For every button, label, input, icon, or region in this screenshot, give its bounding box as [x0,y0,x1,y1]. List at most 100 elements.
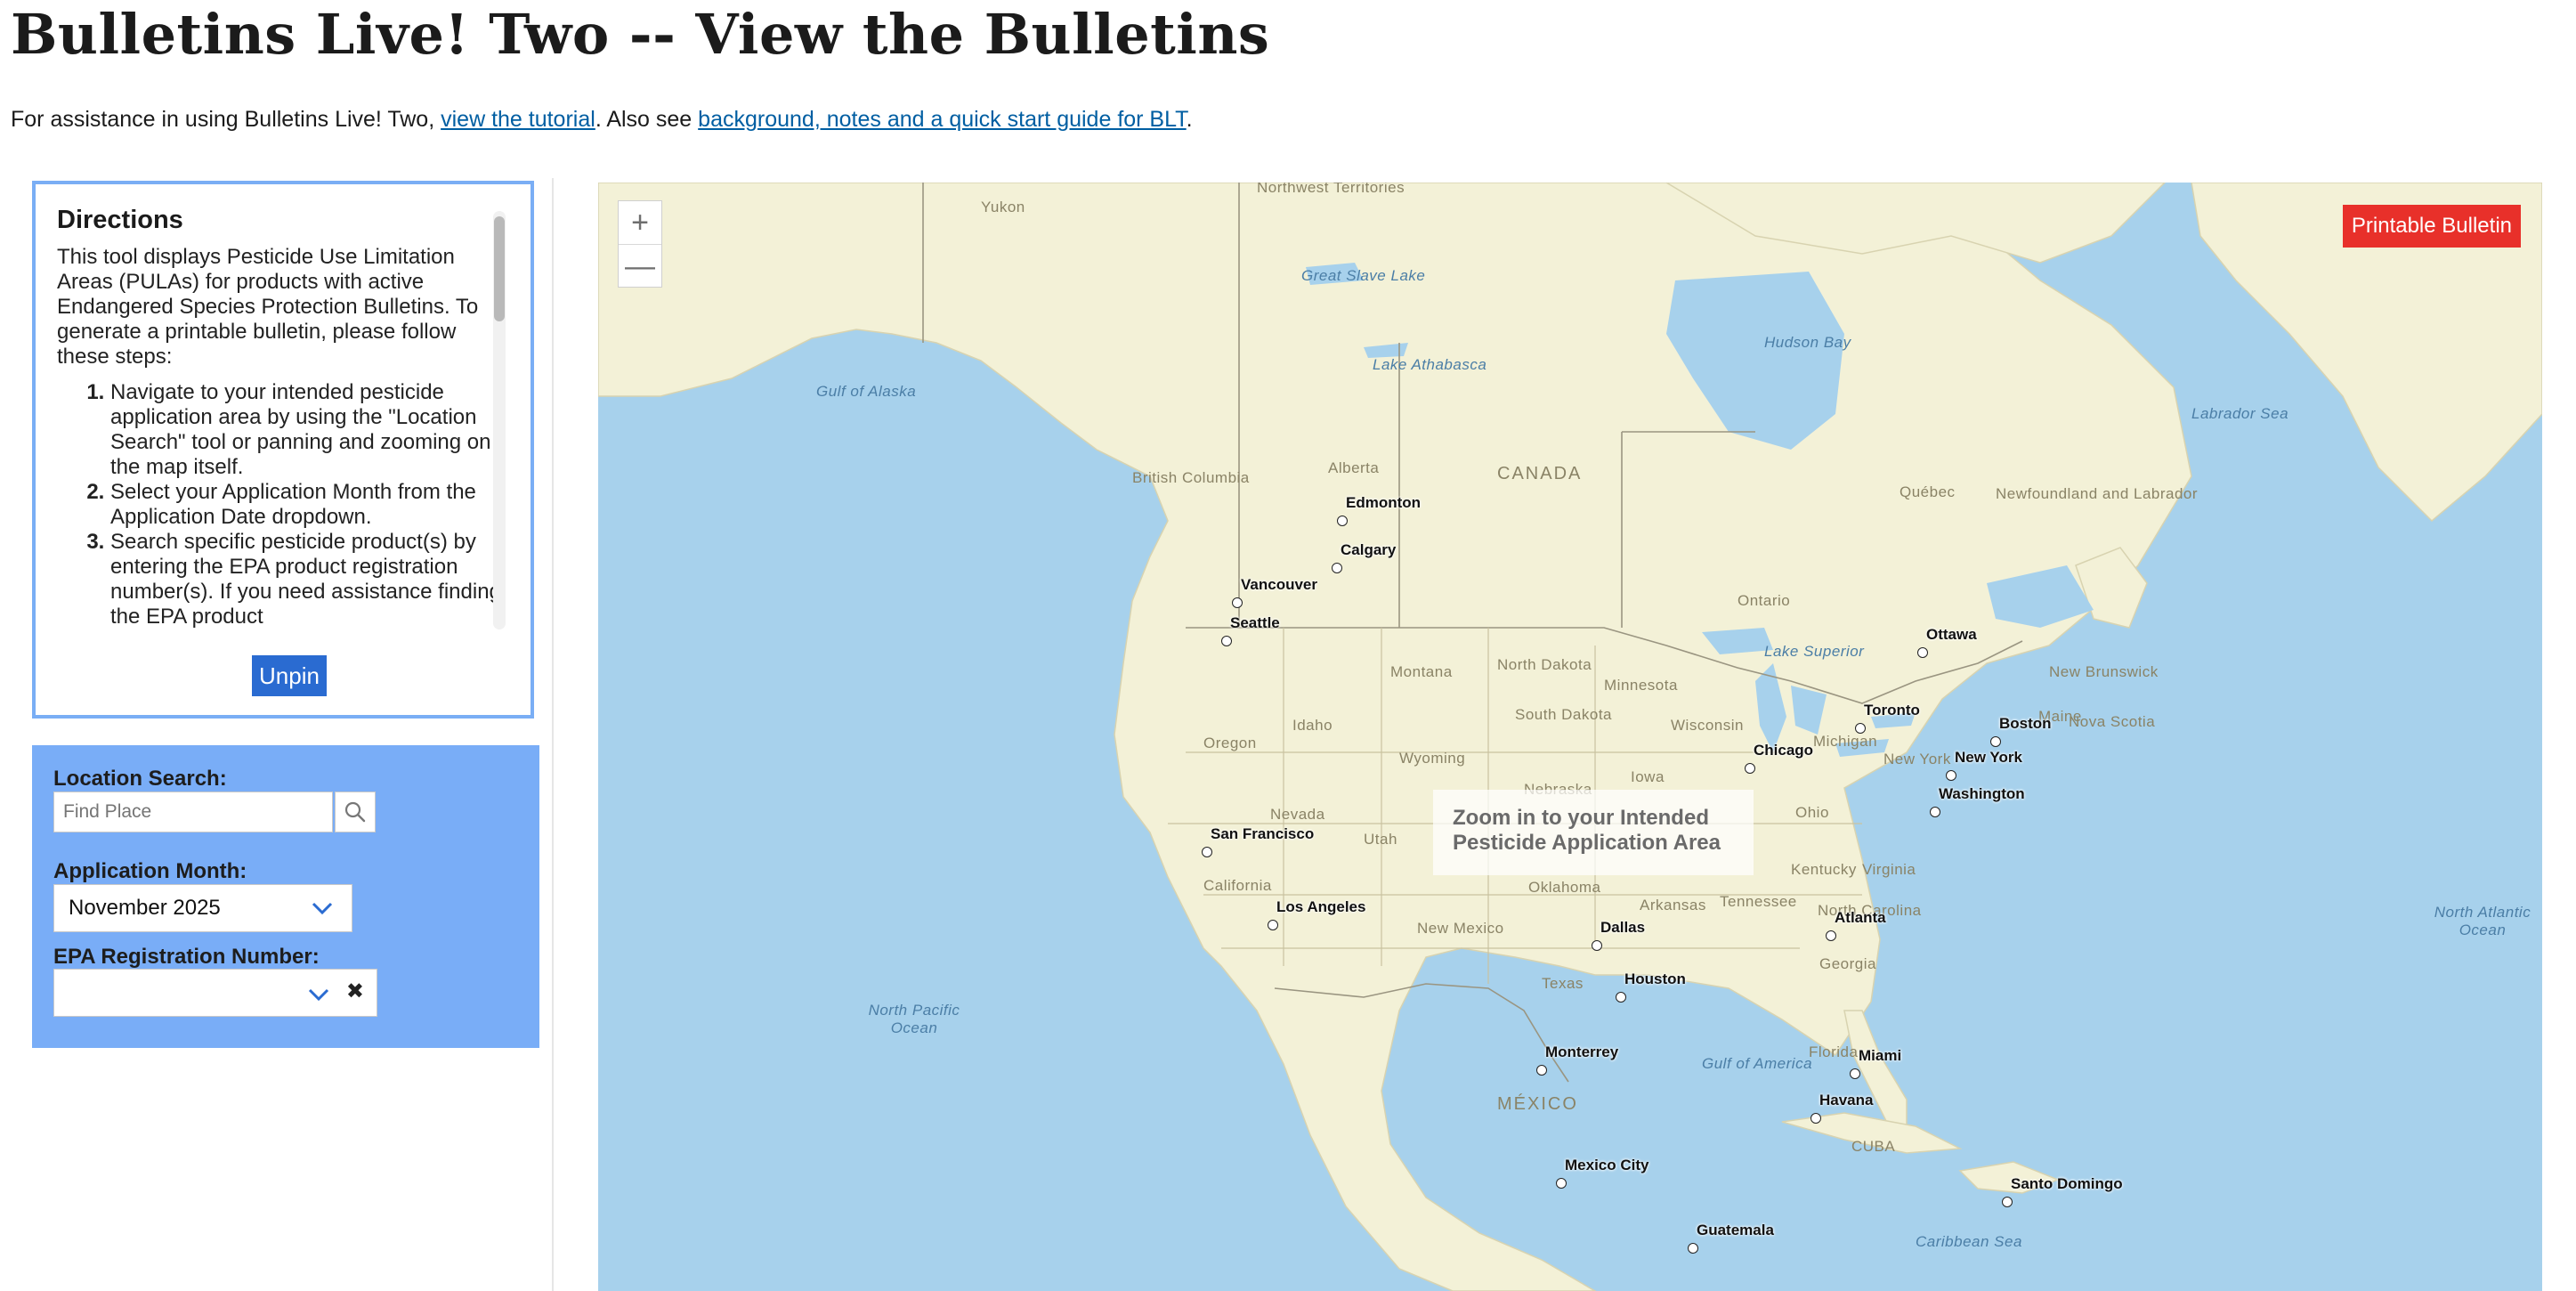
location-search-input[interactable] [53,792,333,832]
sidebar: Directions This tool displays Pesticide … [0,178,554,1291]
city-label: Santo Domingo [2011,1175,2123,1192]
city-label: Boston [1999,715,2052,732]
city-label: San Francisco [1211,825,1315,842]
region-label: British Columbia [1132,469,1250,486]
region-label: New Brunswick [2049,663,2159,680]
water-label: Lake Superior [1764,643,1865,660]
city-marker [1337,516,1348,526]
city-label: Houston [1624,970,1686,987]
intro-middle: . Also see [595,107,699,132]
region-label: Newfoundland and Labrador [1996,485,2199,502]
region-label: Texas [1542,975,1584,992]
region-label: Northwest Territories [1257,183,1405,196]
city-marker [1536,1065,1547,1076]
water-label: North Atlantic Ocean [2434,904,2531,938]
water-label: Great Slave Lake [1301,267,1426,284]
city-marker [1930,807,1940,817]
region-label: Ohio [1795,804,1829,821]
printable-bulletin-button[interactable]: Printable Bulletin [2342,205,2521,248]
directions-scroll-area[interactable]: Directions This tool displays Pesticide … [57,207,507,635]
region-label: Nevada [1270,806,1325,823]
city-marker [1221,636,1232,646]
basemap [598,183,2542,1291]
region-label: Québec [1900,483,1956,500]
region-label: Tennessee [1720,893,1797,910]
tutorial-link[interactable]: view the tutorial [441,107,595,132]
intro-suffix: . [1186,107,1193,132]
city-marker [1592,940,1602,951]
water-label: Gulf of America [1702,1055,1813,1072]
region-label: California [1203,877,1272,894]
region-label: Kentucky [1791,861,1857,878]
city-label: Los Angeles [1276,898,1366,915]
unpin-button[interactable]: Unpin [252,655,327,696]
city-marker [1990,736,2001,747]
city-marker [1855,723,1866,734]
directions-steps: Navigate to your intended pesticide appl… [57,380,507,629]
city-label: Dallas [1600,919,1646,936]
landmass [598,183,2542,1291]
application-month-select[interactable]: November 2025 [53,884,352,932]
epa-registration-select[interactable]: ✖ [53,969,377,1017]
zoom-out-button[interactable]: — [619,245,661,288]
region-label: Oregon [1203,735,1257,751]
city-label: Chicago [1754,742,1814,759]
water-label: Gulf of Alaska [816,383,917,400]
region-label: South Dakota [1515,706,1613,723]
search-icon [344,801,366,823]
region-label: MÉXICO [1497,1094,1578,1114]
region-label: New Mexico [1417,920,1504,937]
city-marker [1268,920,1278,930]
city-label: Miami [1859,1047,1902,1064]
city-label: Washington [1939,785,2025,802]
search-panel: Location Search: Application Month: Nove… [32,745,539,1048]
region-label: Wyoming [1399,750,1466,767]
city-label: Calgary [1341,541,1397,558]
region-label: New York [1883,751,1951,767]
directions-scrollbar-thumb[interactable] [494,216,505,321]
region-label: Arkansas [1640,897,1706,913]
zoom-in-button[interactable]: + [619,201,661,245]
location-search-button[interactable] [335,792,376,832]
directions-body: This tool displays Pesticide Use Limitat… [57,245,479,369]
city-marker [1946,770,1956,781]
region-label: Ontario [1738,592,1791,609]
water-label: Labrador Sea [2191,405,2289,422]
water-label: Lake Athabasca [1373,356,1487,373]
region-label: Montana [1390,663,1453,680]
region-label: Virginia [1862,861,1916,878]
zoom-control: + — [618,200,662,288]
region-label: CANADA [1497,464,1583,483]
region-label: Oklahoma [1528,879,1601,896]
directions-scrollbar[interactable] [493,211,506,629]
directions-title: Directions [57,207,183,234]
directions-panel: Directions This tool displays Pesticide … [32,181,534,719]
region-label: Idaho [1292,717,1333,734]
city-marker [1556,1178,1567,1189]
city-marker [1202,847,1212,857]
page-title: Bulletins Live! Two -- View the Bulletin… [11,2,1270,67]
map-view[interactable]: Yukon Northwest Territories Great Slave La… [598,183,2542,1291]
city-marker [1616,992,1626,1003]
region-label: Iowa [1631,768,1665,785]
city-label: Seattle [1230,614,1280,631]
region-label: Florida [1809,1043,1859,1060]
city-label: Atlanta [1835,909,1886,926]
region-label: Michigan [1813,733,1878,750]
page-right-margin [2542,160,2576,1291]
quick-start-guide-link[interactable]: background, notes and a quick start guid… [698,107,1187,132]
city-label: Edmonton [1346,494,1422,511]
city-marker [1232,597,1243,608]
clear-icon[interactable]: ✖ [346,978,364,1004]
intro-text: For assistance in using Bulletins Live! … [11,107,1193,133]
directions-step: Search specific pesticide product(s) by … [110,530,507,629]
city-label: Vancouver [1241,576,1317,593]
region-label: Minnesota [1604,677,1678,694]
city-marker [1917,647,1928,658]
water-label: Caribbean Sea [1916,1233,2022,1250]
city-marker [1688,1243,1698,1254]
water-label: Hudson Bay [1764,334,1851,351]
region-label: Georgia [1819,955,1876,972]
application-month-value: November 2025 [69,896,221,920]
city-marker [1850,1068,1860,1079]
